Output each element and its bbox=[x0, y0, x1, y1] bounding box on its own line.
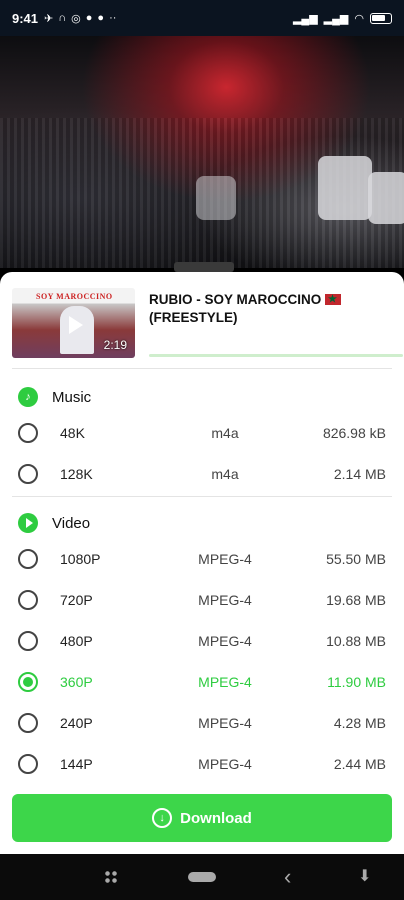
format-label: MPEG-4 bbox=[198, 674, 252, 690]
video-play-icon bbox=[18, 513, 38, 533]
music-row-128k[interactable]: 128K m4a 2.14 MB bbox=[0, 454, 404, 494]
video-row-360p[interactable]: 360P MPEG-4 11.90 MB bbox=[0, 662, 404, 702]
headset-icon: ∩ bbox=[58, 12, 67, 24]
video-car bbox=[196, 176, 236, 220]
video-overlay-tab bbox=[174, 262, 234, 272]
music-section-header: ♪ Music bbox=[18, 387, 91, 407]
divider bbox=[12, 496, 392, 497]
radio-button[interactable] bbox=[18, 754, 38, 774]
play-icon bbox=[69, 316, 83, 334]
music-row-48k[interactable]: 48K m4a 826.98 kB bbox=[0, 413, 404, 453]
size-label: 19.68 MB bbox=[326, 592, 386, 608]
whatsapp-icon: ◎ bbox=[71, 12, 81, 25]
size-label: 4.28 MB bbox=[333, 715, 386, 731]
download-label: Download bbox=[180, 809, 252, 827]
signal-icon: ▂▄▆ bbox=[292, 12, 318, 25]
format-label: m4a bbox=[211, 466, 239, 482]
progress-bar bbox=[149, 354, 403, 357]
download-sheet: SOY MAROCCINO 2:19 RUBIO - SOY MAROCCINO… bbox=[0, 272, 404, 854]
size-label: 2.14 MB bbox=[333, 466, 386, 482]
format-label: MPEG-4 bbox=[198, 633, 252, 649]
radio-button[interactable] bbox=[18, 549, 38, 569]
video-car bbox=[318, 156, 372, 220]
video-section-header: Video bbox=[18, 513, 90, 533]
video-row-1080p[interactable]: 1080P MPEG-4 55.50 MB bbox=[0, 539, 404, 579]
more-icon: ·· bbox=[109, 12, 117, 24]
hide-keyboard-icon[interactable]: ⬇ bbox=[358, 866, 371, 886]
download-icon: ↓ bbox=[152, 808, 173, 828]
video-duration: 2:19 bbox=[103, 338, 127, 352]
format-label: MPEG-4 bbox=[198, 551, 252, 567]
format-label: MPEG-4 bbox=[198, 592, 252, 608]
quality-label: 1080P bbox=[60, 551, 101, 567]
title-line-2: (FREESTYLE) bbox=[149, 310, 238, 325]
quality-label: 360P bbox=[60, 674, 93, 690]
quality-label: 480P bbox=[60, 633, 93, 649]
size-label: 10.88 MB bbox=[326, 633, 386, 649]
silent-icon: ✈ bbox=[44, 12, 54, 25]
size-label: 2.44 MB bbox=[333, 756, 386, 772]
media-header: SOY MAROCCINO 2:19 RUBIO - SOY MAROCCINO… bbox=[12, 288, 403, 358]
title-line-1: RUBIO - SOY MAROCCINO bbox=[149, 292, 322, 307]
thumbnail-title: SOY MAROCCINO bbox=[36, 292, 113, 301]
media-title: RUBIO - SOY MAROCCINO (FREESTYLE) bbox=[149, 291, 389, 327]
back-icon[interactable]: ‹ bbox=[284, 864, 291, 890]
video-section-label: Video bbox=[52, 514, 91, 532]
size-label: 55.50 MB bbox=[326, 551, 386, 567]
video-thumbnail: SOY MAROCCINO 2:19 bbox=[12, 288, 135, 358]
navigation-bar: ‹ ⬇ bbox=[0, 854, 404, 900]
notification-icons: ✈ ∩ ◎ ● ● ·· bbox=[44, 12, 116, 25]
radio-button[interactable] bbox=[18, 713, 38, 733]
video-row-144p[interactable]: 144P MPEG-4 2.44 MB bbox=[0, 744, 404, 784]
music-section-label: Music bbox=[52, 388, 92, 406]
facebook-icon: ● bbox=[85, 12, 93, 24]
download-button[interactable]: ↓ Download bbox=[12, 794, 392, 842]
radio-button[interactable] bbox=[18, 590, 38, 610]
divider bbox=[12, 368, 392, 369]
format-label: MPEG-4 bbox=[198, 715, 252, 731]
radio-button[interactable] bbox=[18, 423, 38, 443]
morocco-flag-icon bbox=[325, 291, 342, 309]
radio-button[interactable] bbox=[18, 464, 38, 484]
home-icon[interactable] bbox=[188, 872, 216, 882]
system-icons: ▂▄▆ ▂▄▆ ◠ bbox=[293, 12, 392, 25]
recent-apps-icon[interactable] bbox=[104, 870, 118, 884]
video-row-240p[interactable]: 240P MPEG-4 4.28 MB bbox=[0, 703, 404, 743]
quality-label: 48K bbox=[60, 425, 85, 441]
format-label: MPEG-4 bbox=[198, 756, 252, 772]
status-bar: 9:41 ✈ ∩ ◎ ● ● ·· ▂▄▆ ▂▄▆ ◠ bbox=[0, 0, 404, 36]
format-label: m4a bbox=[211, 425, 239, 441]
music-note-icon: ♪ bbox=[18, 387, 38, 407]
wifi-icon: ◠ bbox=[354, 12, 364, 25]
quality-label: 720P bbox=[60, 592, 93, 608]
radio-button[interactable] bbox=[18, 631, 38, 651]
quality-label: 144P bbox=[60, 756, 93, 772]
video-player[interactable] bbox=[0, 36, 404, 268]
status-time: 9:41 bbox=[12, 10, 39, 26]
battery-icon bbox=[370, 12, 392, 24]
quality-label: 240P bbox=[60, 715, 93, 731]
size-label: 11.90 MB bbox=[327, 674, 386, 690]
facebook-icon: ● bbox=[97, 12, 105, 24]
video-row-480p[interactable]: 480P MPEG-4 10.88 MB bbox=[0, 621, 404, 661]
signal-icon: ▂▄▆ bbox=[323, 12, 349, 25]
radio-button-selected[interactable] bbox=[18, 672, 38, 692]
video-row-720p[interactable]: 720P MPEG-4 19.68 MB bbox=[0, 580, 404, 620]
quality-label: 128K bbox=[60, 466, 93, 482]
video-car bbox=[368, 172, 404, 224]
size-label: 826.98 kB bbox=[322, 425, 386, 441]
